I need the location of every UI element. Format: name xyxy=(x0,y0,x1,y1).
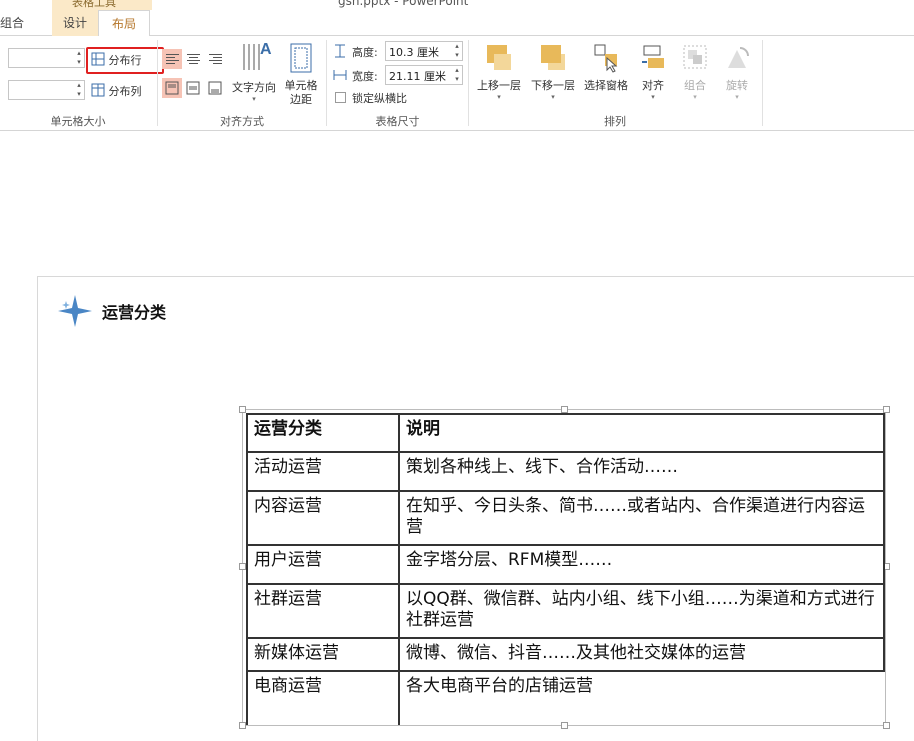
table-header-row: 运营分类 说明 xyxy=(246,413,885,453)
table-height-input[interactable]: 10.3 厘米 ▴ ▾ xyxy=(385,41,463,61)
table-row: 活动运营 策划各种线上、线下、合作活动…… xyxy=(246,451,885,492)
send-backward-button[interactable]: 下移一层 ▾ xyxy=(526,42,580,101)
distribute-rows-icon xyxy=(91,52,105,66)
context-tab-group-label: 表格工具 xyxy=(72,0,116,9)
tab-layout[interactable]: 布局 xyxy=(98,10,150,37)
slide[interactable]: 运营分类 运营分类 说明 活动运营 策划各种线上、线下、合作活动…… 内容运营 … xyxy=(37,276,914,741)
resize-handle[interactable] xyxy=(561,406,568,413)
resize-handle[interactable] xyxy=(239,722,246,729)
align-left-button[interactable] xyxy=(162,49,182,69)
table-cell[interactable]: 各大电商平台的店铺运营 xyxy=(398,670,884,725)
table-header-cell[interactable]: 运营分类 xyxy=(246,413,400,453)
table-width-label: 宽度: xyxy=(352,70,378,83)
resize-handle[interactable] xyxy=(239,406,246,413)
align-bottom-button[interactable] xyxy=(205,78,225,98)
slide-title[interactable]: 运营分类 xyxy=(102,299,166,323)
tab-design[interactable]: 设计 xyxy=(52,10,98,36)
dropdown-arrow-icon: ▾ xyxy=(693,93,697,101)
table-cell[interactable]: 策划各种线上、线下、合作活动…… xyxy=(398,451,885,492)
cell-margins-icon xyxy=(290,43,312,73)
resize-handle[interactable] xyxy=(883,406,890,413)
table-cell[interactable]: 用户运营 xyxy=(246,544,400,585)
align-bottom-icon xyxy=(208,81,222,95)
table-cell[interactable]: 社群运营 xyxy=(246,583,400,639)
align-objects-icon xyxy=(642,45,664,68)
table-cell[interactable]: 新媒体运营 xyxy=(246,637,400,672)
table-row: 社群运营 以QQ群、微信群、站内小组、线下小组……为渠道和方式进行社群运营 xyxy=(246,583,885,639)
bring-forward-button[interactable]: 上移一层 ▾ xyxy=(472,42,526,101)
spin-arrows-icon[interactable]: ▴ ▾ xyxy=(74,49,84,67)
bring-forward-icon xyxy=(487,45,511,70)
group-label-cell-size: 单元格大小 xyxy=(50,115,106,128)
rotate-icon xyxy=(728,47,749,68)
distribute-rows-button[interactable]: 分布行 xyxy=(91,52,142,68)
align-button[interactable]: 对齐 ▾ xyxy=(634,42,672,101)
align-middle-button[interactable] xyxy=(183,78,203,98)
align-middle-icon xyxy=(186,81,200,95)
resize-handle[interactable] xyxy=(239,563,246,570)
title-bar: 表格工具 gsh.pptx - PowerPoint xyxy=(0,0,914,10)
window-title: gsh.pptx - PowerPoint xyxy=(338,0,469,8)
table-cell[interactable]: 内容运营 xyxy=(246,490,400,546)
svg-text:A: A xyxy=(260,41,272,58)
align-left-icon xyxy=(165,54,179,64)
selection-pane-button[interactable]: 选择窗格 xyxy=(580,42,632,93)
distribute-cols-button[interactable]: 分布列 xyxy=(91,83,142,99)
table-cell[interactable]: 微博、微信、抖音……及其他社交媒体的运营 xyxy=(398,637,885,672)
align-top-icon xyxy=(165,81,179,95)
align-right-button[interactable] xyxy=(205,49,225,69)
dropdown-arrow-icon: ▾ xyxy=(735,93,739,101)
text-direction-icon: A xyxy=(243,41,272,70)
align-top-button[interactable] xyxy=(162,78,182,98)
align-center-button[interactable] xyxy=(183,49,203,69)
group-label-table-size: 表格尺寸 xyxy=(375,115,420,128)
align-center-icon xyxy=(186,54,200,64)
rotate-button: 旋转 ▾ xyxy=(718,42,756,101)
sparkle-icon xyxy=(58,295,92,327)
spin-arrows-icon[interactable]: ▴ ▾ xyxy=(452,66,462,84)
table-row: 电商运营 各大电商平台的店铺运营 xyxy=(246,670,884,725)
tab-group-partial[interactable]: 组合 xyxy=(0,10,36,36)
table-row: 内容运营 在知乎、今日头条、简书……或者站内、合作渠道进行内容运营 xyxy=(246,490,885,546)
table-cell[interactable]: 在知乎、今日头条、简书……或者站内、合作渠道进行内容运营 xyxy=(398,490,885,546)
context-tab-group: 表格工具 xyxy=(52,0,152,10)
height-icon xyxy=(335,44,345,58)
table-row: 新媒体运营 微博、微信、抖音……及其他社交媒体的运营 xyxy=(246,637,885,672)
group-objects-button: 组合 ▾ xyxy=(676,42,714,101)
align-right-icon xyxy=(208,54,222,64)
width-icon xyxy=(333,70,347,80)
slide-canvas[interactable]: 运营分类 运营分类 说明 活动运营 策划各种线上、线下、合作活动…… 内容运营 … xyxy=(0,132,914,741)
operations-table[interactable]: 运营分类 说明 活动运营 策划各种线上、线下、合作活动…… 内容运营 在知乎、今… xyxy=(246,413,885,725)
table-width-input[interactable]: 21.11 厘米 ▴ ▾ xyxy=(385,65,463,85)
lock-ratio-label: 锁定纵横比 xyxy=(352,92,407,105)
selection-pane-icon xyxy=(594,44,618,73)
dropdown-arrow-icon: ▾ xyxy=(497,93,501,101)
ribbon: ▴ ▾ ▴ ▾ 分布行 分布列 单元格大小 A 文字方向 ▾ 单元格 边距 对齐… xyxy=(0,36,914,131)
spin-arrows-icon[interactable]: ▴ ▾ xyxy=(74,81,84,99)
table-cell[interactable]: 电商运营 xyxy=(246,670,400,725)
cell-margins-button[interactable]: 单元格 边距 xyxy=(280,40,322,107)
group-label-arrange: 排列 xyxy=(604,115,626,128)
group-label-alignment: 对齐方式 xyxy=(220,115,264,128)
table-height-label: 高度: xyxy=(352,46,378,59)
dropdown-arrow-icon: ▾ xyxy=(551,93,555,101)
spin-arrows-icon[interactable]: ▴ ▾ xyxy=(452,42,462,60)
table-row: 用户运营 金字塔分层、RFM模型…… xyxy=(246,544,885,585)
lock-ratio-checkbox[interactable] xyxy=(335,92,346,103)
table-cell[interactable]: 金字塔分层、RFM模型…… xyxy=(398,544,885,585)
send-backward-icon xyxy=(541,45,565,70)
cell-height-input[interactable]: ▴ ▾ xyxy=(8,48,85,68)
distribute-cols-icon xyxy=(91,83,105,97)
table-header-cell[interactable]: 说明 xyxy=(398,413,885,453)
group-objects-icon xyxy=(683,45,707,69)
dropdown-arrow-icon: ▾ xyxy=(252,95,256,103)
dropdown-arrow-icon: ▾ xyxy=(651,93,655,101)
text-direction-button[interactable]: A 文字方向 ▾ xyxy=(228,40,280,103)
ribbon-tabs: 组合 设计 布局 xyxy=(0,10,914,37)
table-cell[interactable]: 活动运营 xyxy=(246,451,400,492)
cell-width-input[interactable]: ▴ ▾ xyxy=(8,80,85,100)
table-cell[interactable]: 以QQ群、微信群、站内小组、线下小组……为渠道和方式进行社群运营 xyxy=(398,583,885,639)
